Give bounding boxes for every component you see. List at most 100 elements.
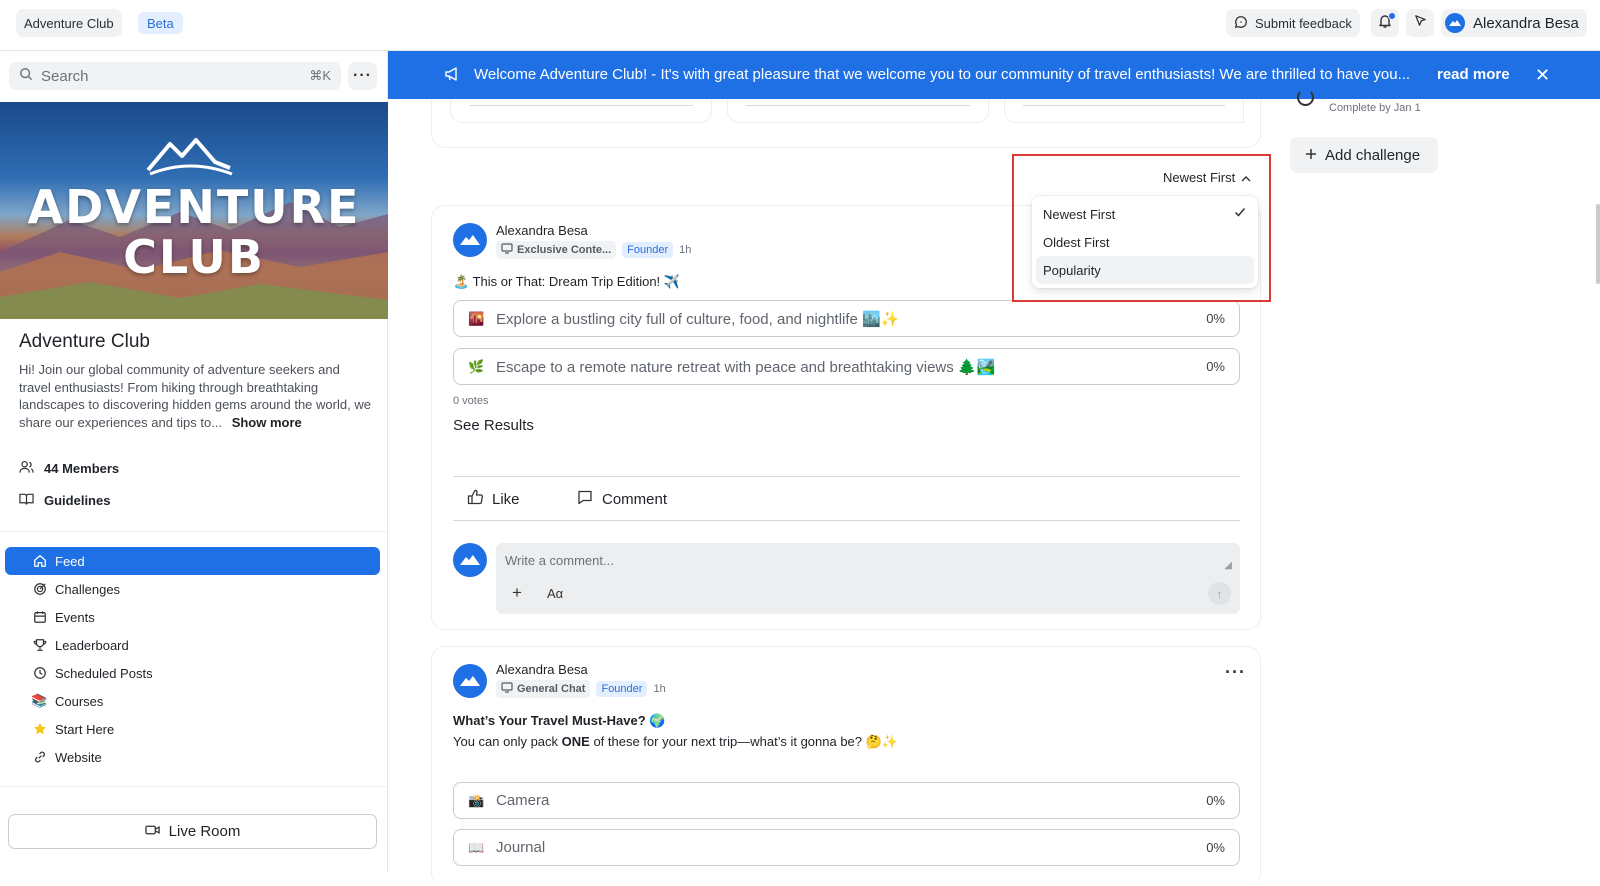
comment-input[interactable]: Write a comment... ◢ + Aα ↑ [496,543,1240,614]
sort-option-popularity[interactable]: Popularity [1036,256,1254,284]
resize-handle-icon[interactable]: ◢ [1224,560,1232,571]
poll-option-text: Escape to a remote nature retreat with p… [496,358,996,376]
more-options-button[interactable]: ··· [348,62,377,90]
sort-dropdown-button[interactable]: Newest First [1163,170,1251,185]
search-input[interactable]: Search ⌘K [9,62,341,90]
comment-icon [577,489,593,509]
challenge-card-1[interactable] [450,99,712,123]
challenge-card-2[interactable] [727,99,989,123]
poll-option-text: Explore a bustling city full of culture,… [496,310,900,328]
send-icon[interactable]: ↑ [1208,582,1231,605]
channel-chip[interactable]: Exclusive Conte... [496,241,617,259]
app-name-button[interactable]: Adventure Club [16,9,122,37]
challenge-card-3[interactable] [1004,99,1244,123]
post-time: 1h [679,244,692,256]
founder-badge: Founder [622,242,674,258]
sidebar-item-events[interactable]: Events [5,603,380,631]
poll-option[interactable]: 🌿 Escape to a remote nature retreat with… [453,348,1240,385]
poll-option[interactable]: 📸 Camera 0% [453,782,1240,819]
poll-option[interactable]: 🌇 Explore a bustling city full of cultur… [453,300,1240,337]
pointer-mode-button[interactable] [1406,9,1434,37]
beta-badge: Beta [138,12,183,34]
add-challenge-label: Add challenge [1325,146,1421,164]
see-results-link[interactable]: See Results [453,417,534,434]
post-time: 1h [653,683,666,695]
post-body: You can only pack ONE of these for your … [453,734,898,750]
notifications-button[interactable] [1371,9,1399,37]
search-placeholder: Search [41,67,89,85]
sort-option-newest[interactable]: Newest First [1036,200,1254,228]
author-avatar[interactable] [453,664,487,698]
poll-option[interactable]: 📖 Journal 0% [453,829,1240,866]
sidebar-item-feed[interactable]: Feed [5,547,380,575]
sidebar-item-courses[interactable]: 📚 Courses [5,687,380,715]
top-bar: Adventure Club Beta Submit feedback Alex… [0,0,1600,51]
author-avatar[interactable] [453,223,487,257]
sidebar-item-label: Scheduled Posts [55,665,153,681]
banner-message: Welcome Adventure Club! - It's with grea… [474,66,1411,83]
poll-option-text: Camera [496,792,550,809]
comment-button[interactable]: Comment [577,489,667,509]
channel-name: Exclusive Conte... [517,244,612,256]
club-cover-image: ADVENTURE CLUB [0,102,388,319]
post-author[interactable]: Alexandra Besa [496,223,588,238]
cover-title-line1: ADVENTURE [27,180,361,234]
sidebar-item-challenges[interactable]: Challenges [5,575,380,603]
calendar-icon [32,610,47,625]
page-scrollbar[interactable] [1596,204,1600,284]
post-options-icon[interactable]: ··· [1225,662,1246,683]
users-icon [19,460,34,477]
poll-option-percent: 0% [1206,840,1225,855]
post-author[interactable]: Alexandra Besa [496,662,588,677]
sort-option-oldest[interactable]: Oldest First [1036,228,1254,256]
camera-icon: 📸 [468,792,485,808]
show-more-link[interactable]: Show more [232,415,302,430]
sort-option-label: Popularity [1043,262,1101,278]
guidelines-link[interactable]: Guidelines [19,492,110,509]
sidebar-item-start-here[interactable]: Start Here [5,715,380,743]
poll-option-text: Journal [496,839,546,856]
club-description: Hi! Join our global community of adventu… [19,361,374,431]
post-divider [453,476,1240,477]
chevron-up-icon [1241,170,1251,185]
book-icon [19,492,34,509]
sidebar-item-website[interactable]: Website [5,743,380,771]
close-icon[interactable]: ✕ [1535,65,1550,86]
poll-post: Alexandra Besa General Chat Founder 1h ·… [431,646,1261,886]
post-body-suffix: of these for your next trip—what’s it go… [589,734,899,749]
monitor-icon [501,243,513,257]
live-room-button[interactable]: Live Room [8,814,377,849]
channel-chip[interactable]: General Chat [496,680,591,698]
sidebar: Search ⌘K ··· ADVENTURE CLUB Adventure C… [0,51,388,872]
like-button[interactable]: Like [467,489,520,509]
monitor-icon [501,682,513,696]
challenge-deadline: Complete by Jan 1 [1329,102,1421,114]
sidebar-item-scheduled-posts[interactable]: Scheduled Posts [5,659,380,687]
post-title: What’s Your Travel Must-Have? 🌍 [453,713,666,728]
trophy-icon [32,638,47,653]
sidebar-item-leaderboard[interactable]: Leaderboard [5,631,380,659]
open-book-icon: 📖 [468,839,485,855]
sidebar-divider [0,531,388,532]
members-link[interactable]: 44 Members [19,460,119,477]
user-menu-button[interactable]: Alexandra Besa [1441,9,1587,37]
post-body-prefix: You can only pack [453,734,562,749]
home-icon [32,554,47,569]
poll-option-percent: 0% [1206,359,1225,374]
herb-icon: 🌿 [468,358,485,374]
checkmark-icon [1234,206,1246,221]
welcome-banner: Welcome Adventure Club! - It's with grea… [388,51,1600,99]
sort-current-label: Newest First [1163,170,1236,185]
comment-label: Comment [602,490,668,508]
add-attachment-icon[interactable]: + [512,583,522,603]
search-shortcut: ⌘K [309,68,331,83]
post-meta: Exclusive Conte... Founder 1h [496,241,691,259]
post-meta: General Chat Founder 1h [496,680,666,698]
text-format-button[interactable]: Aα [547,586,563,601]
challenge-progress-icon [1297,89,1314,106]
add-challenge-button[interactable]: Add challenge [1290,137,1438,173]
submit-feedback-button[interactable]: Submit feedback [1226,9,1360,37]
sort-menu: Newest First Oldest First Popularity [1032,196,1258,288]
read-more-link[interactable]: read more [1437,66,1510,83]
card-divider [469,105,693,106]
